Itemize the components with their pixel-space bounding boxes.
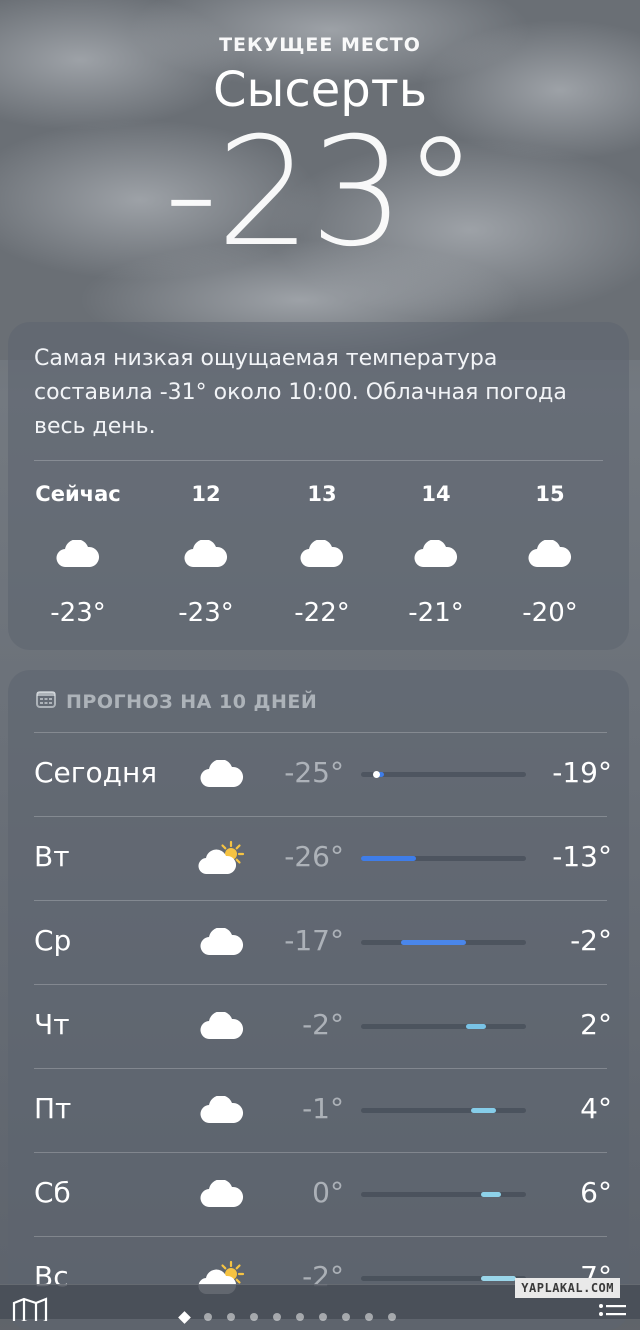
cloud-icon	[194, 1170, 250, 1218]
forecast-row[interactable]: Сегодня -25° -19°	[34, 732, 612, 816]
cloud-icon	[500, 526, 600, 582]
cloud-icon	[28, 526, 128, 582]
forecast-row[interactable]: Чт -2° 2°	[34, 984, 612, 1068]
temperature-range-fill	[361, 856, 416, 861]
hour-temp: -23°	[50, 598, 106, 628]
divider	[34, 1152, 607, 1153]
divider	[34, 460, 603, 461]
divider	[34, 1236, 607, 1237]
day-label: Чт	[34, 1008, 70, 1041]
day-label: Пт	[34, 1092, 72, 1125]
high-temp: 2°	[580, 1008, 612, 1041]
temperature-range-fill	[471, 1108, 496, 1113]
hour-label: 14	[421, 482, 451, 506]
hour-item[interactable]: 12 -23°	[156, 482, 256, 628]
current-temperature: -23°	[164, 106, 478, 280]
forecast-row[interactable]: Сб 0° 6°	[34, 1152, 612, 1236]
hour-label: 15	[535, 482, 565, 506]
page-dot	[365, 1313, 373, 1321]
temperature-range-bar	[361, 856, 526, 861]
page-dot	[227, 1313, 235, 1321]
divider	[34, 732, 607, 733]
watermark: YAPLAKAL.COM	[515, 1278, 620, 1298]
high-temp: 6°	[580, 1176, 612, 1209]
list-icon[interactable]	[598, 1303, 626, 1323]
location-label: ТЕКУЩЕЕ МЕСТО	[219, 34, 421, 56]
day-label: Сегодня	[34, 756, 158, 789]
hour-label: 13	[307, 482, 337, 506]
weather-summary: Самая низкая ощущаемая температура соста…	[34, 346, 567, 439]
low-temp: -26°	[284, 840, 344, 873]
map-icon[interactable]	[12, 1297, 48, 1327]
low-temp: -25°	[284, 756, 344, 789]
temperature-range-bar	[361, 940, 526, 945]
cloud-icon	[194, 918, 250, 966]
divider	[34, 900, 607, 901]
hour-temp: -21°	[408, 598, 464, 628]
low-temp: -2°	[302, 1008, 344, 1041]
temperature-range-fill	[481, 1276, 516, 1281]
day-label: Сб	[34, 1176, 71, 1209]
hour-temp: -22°	[294, 598, 350, 628]
divider	[34, 816, 607, 817]
hour-temp: -20°	[522, 598, 578, 628]
hour-item[interactable]: 14 -21°	[386, 482, 486, 628]
page-dot	[250, 1313, 258, 1321]
temperature-range-bar	[361, 1024, 526, 1029]
temperature-range-fill	[481, 1192, 501, 1197]
divider	[34, 984, 607, 985]
cloud-icon	[386, 526, 486, 582]
low-temp: 0°	[312, 1176, 344, 1209]
high-temp: -19°	[552, 756, 612, 789]
forecast-row[interactable]: Ср -17° -2°	[34, 900, 612, 984]
high-temp: 4°	[580, 1092, 612, 1125]
temperature-range-bar	[361, 1276, 526, 1281]
section-title: ПРОГНОЗ НА 10 ДНЕЙ	[36, 690, 317, 713]
hour-label: Сейчас	[35, 482, 121, 506]
cloud-icon	[194, 1002, 250, 1050]
current-temp-dot	[373, 771, 380, 778]
cloud-icon	[194, 750, 250, 798]
page-dot	[319, 1313, 327, 1321]
section-title-text: ПРОГНОЗ НА 10 ДНЕЙ	[66, 690, 318, 713]
temperature-range-fill	[401, 940, 466, 945]
temperature-range-bar	[361, 771, 526, 778]
temperature-range-bar	[361, 1108, 526, 1113]
day-label: Вт	[34, 840, 70, 873]
cloud-icon	[194, 1086, 250, 1134]
partly-sunny-icon	[194, 834, 250, 882]
calendar-icon	[36, 690, 56, 713]
temperature-range-fill	[466, 1024, 486, 1029]
forecast-row[interactable]: Пт -1° 4°	[34, 1068, 612, 1152]
page-dot	[296, 1313, 304, 1321]
low-temp: -17°	[284, 924, 344, 957]
temperature-range-bar	[361, 1192, 526, 1197]
ten-day-forecast-card[interactable]: ПРОГНОЗ НА 10 ДНЕЙ Сегодня -25° -19° Вт -26°…	[8, 670, 629, 1330]
hour-item[interactable]: 15 -20°	[500, 482, 600, 628]
page-dot	[273, 1313, 281, 1321]
hour-temp: -23°	[178, 598, 234, 628]
forecast-row[interactable]: Вт -26° -13°	[34, 816, 612, 900]
hour-item[interactable]: Сейчас -23°	[28, 482, 128, 628]
cloud-icon	[156, 526, 256, 582]
high-temp: -13°	[552, 840, 612, 873]
hour-label: 12	[191, 482, 221, 506]
divider	[34, 1068, 607, 1069]
low-temp: -1°	[302, 1092, 344, 1125]
page-dot	[342, 1313, 350, 1321]
cloud-icon	[272, 526, 372, 582]
hourly-forecast-card[interactable]: Самая низкая ощущаемая температура соста…	[8, 322, 629, 650]
day-label: Ср	[34, 924, 72, 957]
page-dot	[204, 1313, 212, 1321]
high-temp: -2°	[570, 924, 612, 957]
hour-item[interactable]: 13 -22°	[272, 482, 372, 628]
page-dot	[388, 1313, 396, 1321]
